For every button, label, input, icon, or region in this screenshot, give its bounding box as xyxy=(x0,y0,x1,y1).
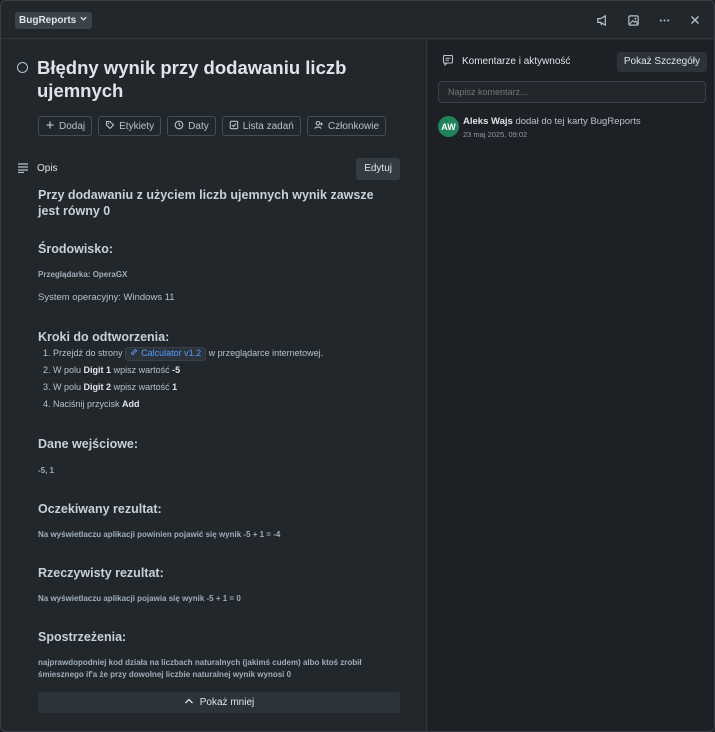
activity-timestamp[interactable]: 23 maj 2025, 09:02 xyxy=(463,130,527,139)
more-icon[interactable] xyxy=(655,11,673,29)
browser-text: Przeglądarka: OperaGX xyxy=(38,270,128,279)
checklist-icon xyxy=(229,120,239,133)
edit-button[interactable]: Edytuj xyxy=(356,158,400,180)
step-2: 2. W polu Digit 1 wpisz wartość -5 xyxy=(43,362,323,379)
step-3-field: Digit 2 xyxy=(83,382,112,392)
comment-icon xyxy=(442,54,454,69)
members-icon xyxy=(314,120,324,133)
complete-checkbox[interactable] xyxy=(17,62,28,73)
calculator-link-text: Calculator v1.2 xyxy=(141,348,202,359)
activity-text: Aleks Wajs dodał do tej karty BugReports xyxy=(463,116,641,127)
step-2-mid: wpisz wartość xyxy=(113,365,170,375)
members-label: Członkowie xyxy=(327,120,380,132)
step-2-field: Digit 1 xyxy=(83,365,112,375)
activity-pane: Komentarze i aktywność Pokaż Szczegóły A… xyxy=(428,40,714,731)
dates-label: Daty xyxy=(188,120,209,132)
comment-input[interactable] xyxy=(438,81,706,103)
tag-icon xyxy=(105,120,115,133)
activity-action: dodał do tej karty BugReports xyxy=(515,116,641,127)
close-icon[interactable] xyxy=(686,11,704,29)
image-icon[interactable] xyxy=(624,11,642,29)
step-1-text: 1. Przejdź do strony xyxy=(43,348,123,358)
checklist-label: Lista zadań xyxy=(242,120,294,132)
input-heading: Dane wejściowe: xyxy=(38,437,139,451)
step-2-value: -5 xyxy=(172,365,181,375)
modal-header: BugReports xyxy=(1,1,714,39)
dates-button[interactable]: Daty xyxy=(167,116,216,136)
description-lead: Przy dodawaniu z użyciem liczb ujemnych … xyxy=(38,188,374,218)
steps-list: 1. Przejdź do strony Calculator v1.2 w p… xyxy=(43,345,323,413)
card-main-pane: Błędny wynik przy dodawaniu liczb ujemny… xyxy=(1,40,427,731)
step-3-mid: wpisz wartość xyxy=(113,382,170,392)
chevron-down-icon xyxy=(79,12,88,29)
card-modal: BugReports Błędny wynik przy dodawaniu l… xyxy=(0,0,715,732)
step-3-value: 1 xyxy=(172,382,178,392)
step-3-text: 3. W polu xyxy=(43,382,82,392)
input-value: -5, 1 xyxy=(38,466,55,475)
expected-value: Na wyświetlaczu aplikacji powinien pojaw… xyxy=(38,530,281,539)
notes-heading: Spostrzeżenia: xyxy=(38,630,127,644)
expected-heading: Oczekiwany rezultat: xyxy=(38,502,162,516)
show-less-button[interactable]: Pokaż mniej xyxy=(38,692,400,713)
step-4-button: Add xyxy=(122,399,140,409)
add-label: Dodaj xyxy=(59,120,86,132)
actual-value: Na wyświetlaczu aplikacji pojawia się wy… xyxy=(38,594,241,603)
step-3: 3. W polu Digit 2 wpisz wartość 1 xyxy=(43,379,323,396)
activity-user[interactable]: Aleks Wajs xyxy=(463,116,513,127)
link-icon xyxy=(130,345,138,362)
show-details-button[interactable]: Pokaż Szczegóły xyxy=(616,52,707,72)
notes-line-2: śmiesznego if'a że przy dowolnej liczbie… xyxy=(38,670,292,679)
step-4: 4. Naciśnij przycisk Add xyxy=(43,396,323,413)
os-text: System operacyjny: Windows 11 xyxy=(38,292,175,303)
calculator-link[interactable]: Calculator v1.2 xyxy=(125,345,207,362)
card-actions: Dodaj Etykiety Daty Lista zadań Członkow… xyxy=(38,116,387,136)
labels-button[interactable]: Etykiety xyxy=(98,116,162,136)
step-4-text: 4. Naciśnij przycisk xyxy=(43,399,120,409)
step-1: 1. Przejdź do strony Calculator v1.2 w p… xyxy=(43,345,323,362)
description-label: Opis xyxy=(37,163,58,174)
labels-label: Etykiety xyxy=(119,120,155,132)
show-less-label: Pokaż mniej xyxy=(199,697,255,708)
actual-heading: Rzeczywisty rezultat: xyxy=(38,566,164,580)
activity-title: Komentarze i aktywność xyxy=(462,56,571,67)
notes-line-1: najprawdopodniej kod działa na liczbach … xyxy=(38,658,362,667)
add-button[interactable]: Dodaj xyxy=(38,116,93,136)
avatar[interactable]: AW xyxy=(438,116,459,137)
step-2-text: 2. W polu xyxy=(43,365,82,375)
chevron-up-icon xyxy=(184,697,194,708)
clock-icon xyxy=(174,120,184,133)
checklist-button[interactable]: Lista zadań xyxy=(221,116,301,136)
members-button[interactable]: Członkowie xyxy=(306,116,387,136)
megaphone-icon[interactable] xyxy=(593,11,611,29)
plus-icon xyxy=(45,120,55,133)
environment-heading: Środowisko: xyxy=(38,242,114,256)
board-name: BugReports xyxy=(19,15,77,26)
board-selector[interactable]: BugReports xyxy=(15,12,93,29)
description-icon xyxy=(17,163,29,176)
step-1-suffix: w przeglądarce internetowej. xyxy=(208,348,324,358)
card-title[interactable]: Błędny wynik przy dodawaniu liczb ujemny… xyxy=(37,56,377,102)
steps-heading: Kroki do odtworzenia: xyxy=(38,330,170,344)
